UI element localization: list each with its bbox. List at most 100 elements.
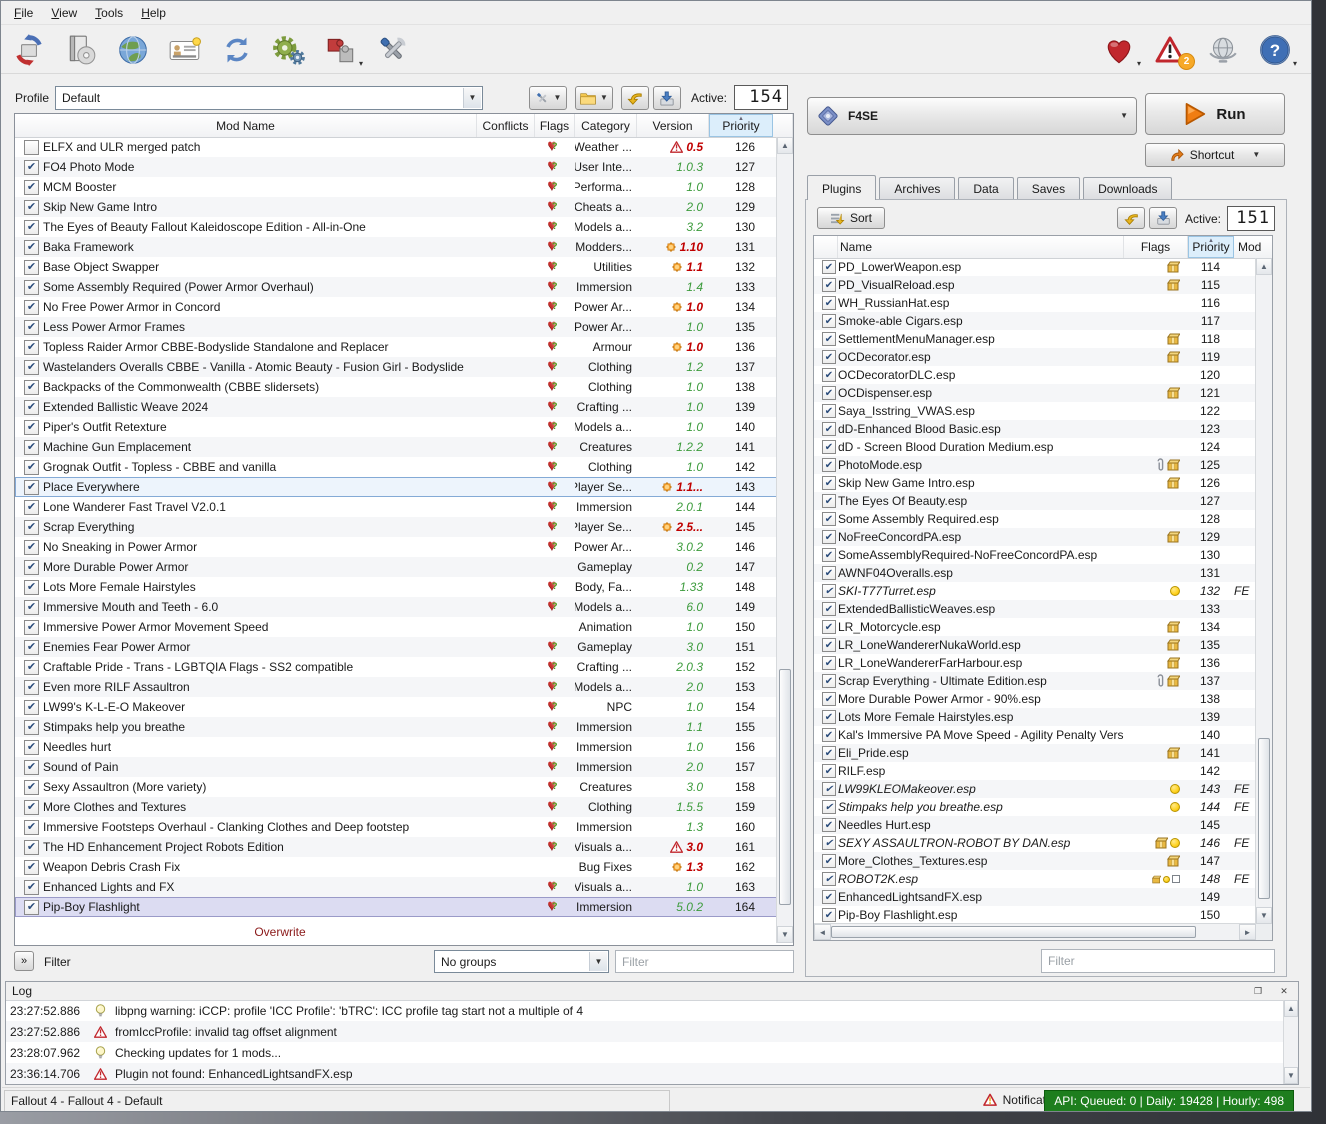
plugin-checkbox[interactable]: ✔ <box>822 260 836 274</box>
mod-row[interactable]: ✔No Sneaking in Power Armor♥?Power Ar...… <box>15 537 777 557</box>
mod-checkbox[interactable]: ✔ <box>24 560 39 575</box>
plugin-checkbox[interactable]: ✔ <box>822 476 836 490</box>
mod-checkbox[interactable]: ✔ <box>24 700 39 715</box>
plugin-list-hscrollbar[interactable]: ◄ ► <box>814 923 1256 940</box>
menu-tools[interactable]: Tools <box>86 3 132 23</box>
plugin-filter-input[interactable] <box>1041 949 1275 973</box>
mod-row[interactable]: ✔Topless Raider Armor CBBE-Bodyslide Sta… <box>15 337 777 357</box>
mod-row[interactable]: ✔Place Everywhere♥?Player Se...1.1...143 <box>15 477 777 497</box>
mod-row[interactable]: ✔Even more RILF Assaultron♥?Models a...2… <box>15 677 777 697</box>
mod-row[interactable]: ✔Enhanced Lights and FX♥?Visuals a...1.0… <box>15 877 777 897</box>
plugin-row[interactable]: ✔Lots More Female Hairstyles.esp139 <box>814 708 1256 726</box>
column-header-category[interactable]: Category <box>575 114 637 137</box>
plugin-row[interactable]: ✔ROBOT2K.esp148FE <box>814 870 1256 888</box>
mod-checkbox[interactable]: ✔ <box>24 900 39 915</box>
mod-checkbox[interactable]: ✔ <box>24 260 39 275</box>
plugin-checkbox[interactable]: ✔ <box>822 728 836 742</box>
mod-row[interactable]: ✔MCM Booster♥?Performa...1.0128 <box>15 177 777 197</box>
open-folder-button[interactable]: ▼ <box>575 86 613 110</box>
mod-checkbox[interactable]: ✔ <box>24 880 39 895</box>
plugin-checkbox[interactable]: ✔ <box>822 818 836 832</box>
plugin-checkbox[interactable]: ✔ <box>822 494 836 508</box>
plugins-dropdown-caret[interactable]: ▾ <box>359 59 363 68</box>
plugin-row[interactable]: ✔SettlementMenuManager.esp118 <box>814 330 1256 348</box>
plugin-row[interactable]: ✔Eli_Pride.esp141 <box>814 744 1256 762</box>
mod-row[interactable]: ✔Needles hurt♥?Immersion1.0156 <box>15 737 777 757</box>
scroll-left-icon[interactable]: ◄ <box>814 924 831 940</box>
mod-row[interactable]: ✔FO4 Photo Mode♥?User Inte...1.0.3127 <box>15 157 777 177</box>
plugin-row[interactable]: ✔LR_LoneWandererFarHarbour.esp136 <box>814 654 1256 672</box>
scroll-down-icon[interactable]: ▼ <box>777 926 793 943</box>
plugin-checkbox[interactable]: ✔ <box>822 386 836 400</box>
plugin-row[interactable]: ✔LW99KLEOMakeover.esp143FE <box>814 780 1256 798</box>
plugin-checkbox[interactable]: ✔ <box>822 674 836 688</box>
install-from-file-button[interactable] <box>63 32 99 68</box>
tab-plugins[interactable]: Plugins <box>807 175 876 200</box>
plugin-row[interactable]: ✔Needles Hurt.esp145 <box>814 816 1256 834</box>
column-header-flags[interactable]: Flags <box>1124 236 1188 258</box>
log-close-icon[interactable]: ✕ <box>1276 984 1292 999</box>
column-header-mod[interactable]: Mod <box>1234 236 1272 258</box>
plugin-row[interactable]: ✔OCDispenser.esp121 <box>814 384 1256 402</box>
plugin-row[interactable]: ✔More Durable Power Armor - 90%.esp138 <box>814 690 1256 708</box>
plugin-row[interactable]: ✔More_Clothes_Textures.esp147 <box>814 852 1256 870</box>
mod-checkbox[interactable] <box>24 140 39 155</box>
overwrite-row[interactable]: Overwrite <box>15 921 545 943</box>
mod-checkbox[interactable]: ✔ <box>24 220 39 235</box>
mod-row[interactable]: ✔No Free Power Armor in Concord♥?Power A… <box>15 297 777 317</box>
mod-checkbox[interactable]: ✔ <box>24 360 39 375</box>
mod-checkbox[interactable]: ✔ <box>24 840 39 855</box>
mod-row[interactable]: ✔Immersive Footsteps Overhaul - Clanking… <box>15 817 777 837</box>
plugin-checkbox[interactable]: ✔ <box>822 710 836 724</box>
configure-button[interactable] <box>375 32 411 68</box>
groups-select[interactable]: No groups ▼ <box>434 950 609 973</box>
plugin-row[interactable]: ✔RILF.esp142 <box>814 762 1256 780</box>
plugin-checkbox[interactable]: ✔ <box>822 800 836 814</box>
plugin-row[interactable]: ✔Stimpaks help you breathe.esp144FE <box>814 798 1256 816</box>
mod-row[interactable]: ✔Enemies Fear Power Armor♥?Gameplay3.015… <box>15 637 777 657</box>
mod-row[interactable]: ELFX and ULR merged patch♥?Weather ...0.… <box>15 137 777 157</box>
scrollbar-thumb[interactable] <box>779 669 791 905</box>
menu-help[interactable]: Help <box>132 3 175 23</box>
mod-checkbox[interactable]: ✔ <box>24 320 39 335</box>
mod-checkbox[interactable]: ✔ <box>24 620 39 635</box>
plugin-list-scrollbar[interactable]: ▲ ▼ <box>1255 258 1272 924</box>
mod-checkbox[interactable]: ✔ <box>24 540 39 555</box>
column-header-name[interactable]: Name <box>838 236 1124 258</box>
plugin-row[interactable]: ✔Saya_Isstring_VWAS.esp122 <box>814 402 1256 420</box>
install-mod-button[interactable] <box>11 32 47 68</box>
tab-saves[interactable]: Saves <box>1017 177 1080 200</box>
plugin-row[interactable]: ✔The Eyes Of Beauty.esp127 <box>814 492 1256 510</box>
plugin-checkbox[interactable]: ✔ <box>822 512 836 526</box>
mod-row[interactable]: ✔The HD Enhancement Project Robots Editi… <box>15 837 777 857</box>
plugin-checkbox[interactable]: ✔ <box>822 548 836 562</box>
settings-button[interactable] <box>271 32 307 68</box>
mod-checkbox[interactable]: ✔ <box>24 420 39 435</box>
plugin-checkbox[interactable]: ✔ <box>822 764 836 778</box>
plugin-checkbox[interactable]: ✔ <box>822 404 836 418</box>
log-dock-icon[interactable]: ❐ <box>1250 984 1266 999</box>
webservice-button[interactable] <box>1205 32 1241 68</box>
plugin-checkbox[interactable]: ✔ <box>822 602 836 616</box>
plugin-row[interactable]: ✔OCDecoratorDLC.esp120 <box>814 366 1256 384</box>
plugins-restore-button[interactable] <box>1149 207 1177 229</box>
column-header-flags[interactable]: Flags <box>535 114 575 137</box>
refresh-button[interactable] <box>219 32 255 68</box>
mod-checkbox[interactable]: ✔ <box>24 440 39 455</box>
mod-row[interactable]: ✔Skip New Game Intro♥?Cheats a...2.0129 <box>15 197 777 217</box>
mod-checkbox[interactable]: ✔ <box>24 760 39 775</box>
menu-file[interactable]: File <box>5 3 42 23</box>
mod-row[interactable]: ✔Base Object Swapper♥?Utilities1.1132 <box>15 257 777 277</box>
endorse-button[interactable]: ▾ <box>1101 32 1137 68</box>
mod-list-scrollbar[interactable]: ▲ ▼ <box>776 137 793 943</box>
plugin-checkbox[interactable]: ✔ <box>822 584 836 598</box>
scroll-up-icon[interactable]: ▲ <box>777 137 793 154</box>
nexus-button[interactable] <box>115 32 151 68</box>
mod-filter-input[interactable] <box>615 950 794 973</box>
plugin-checkbox[interactable]: ✔ <box>822 908 836 922</box>
plugin-checkbox[interactable]: ✔ <box>822 836 836 850</box>
log-scrollbar[interactable]: ▲ ▼ <box>1283 1000 1298 1084</box>
mod-checkbox[interactable]: ✔ <box>24 400 39 415</box>
undo-button[interactable] <box>621 86 649 110</box>
plugin-row[interactable]: ✔SEXY ASSAULTRON-ROBOT BY DAN.esp146FE <box>814 834 1256 852</box>
